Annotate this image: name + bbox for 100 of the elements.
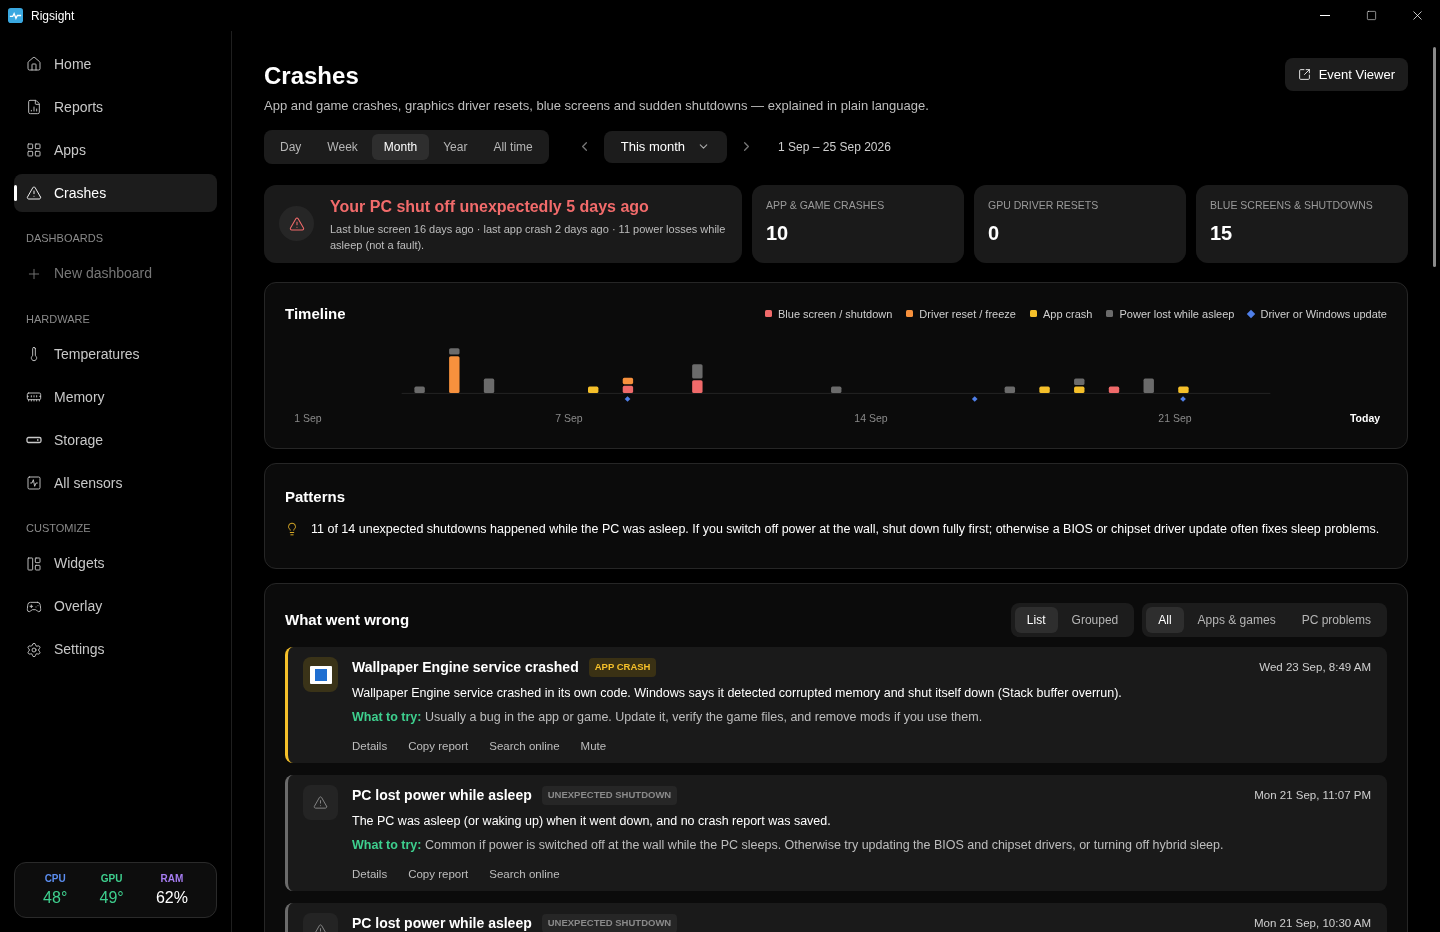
segment-tab[interactable]: Day	[268, 133, 314, 160]
segment-tab[interactable]: Apps & games	[1185, 607, 1288, 633]
event-tag: UNEXPECTED SHUTDOWN	[541, 914, 678, 932]
nav-item[interactable]: Widgets	[14, 544, 217, 583]
warning-icon	[26, 185, 42, 201]
monitor-value: 48°	[43, 887, 68, 908]
nav-item[interactable]: Home	[14, 45, 217, 83]
page-subtitle: App and game crashes, graphics driver resets, blue screens and sudden shutdowns — explained in plain language.	[264, 97, 929, 115]
home-icon	[26, 56, 42, 72]
warning-icon	[288, 215, 305, 232]
new-dashboard-button[interactable]: New dashboard	[14, 254, 217, 293]
event-time: Mon 21 Sep, 10:30 AM	[1254, 915, 1371, 931]
nav-item[interactable]: Settings	[14, 630, 217, 669]
event-action-link[interactable]: Details	[352, 865, 388, 883]
timeline-bar	[483, 378, 495, 393]
stat-label: BLUE SCREENS & SHUTDOWNS	[1210, 197, 1374, 213]
nav-item[interactable]: Apps	[14, 131, 217, 169]
stat-label: APP & GAME CRASHES	[766, 197, 886, 213]
timeline-bar	[1039, 386, 1050, 393]
section-heading: CUSTOMIZE	[25, 521, 92, 536]
memory-chip-icon	[26, 389, 42, 405]
timeline-bar	[1108, 386, 1120, 393]
nav-item[interactable]: Reports	[14, 88, 217, 126]
scrollbar[interactable]	[1433, 47, 1436, 267]
chart-document-icon	[26, 99, 42, 115]
section-heading: HARDWARE	[25, 311, 91, 327]
alert-title: Your PC shut off unexpectedly 5 days ago	[330, 196, 650, 217]
event-action-link[interactable]: Details	[352, 737, 388, 755]
section-heading: DASHBOARDS	[25, 231, 105, 246]
date-range: 1 Sep – 25 Sep 2026	[778, 138, 891, 156]
settings-icon	[26, 641, 42, 658]
event-title: Wallpaper Engine service crashed	[352, 658, 579, 677]
legend-label: Power lost while asleep	[1119, 306, 1235, 322]
event-action-link[interactable]: Search online	[489, 865, 560, 883]
external-link-icon	[1297, 68, 1311, 81]
maximize-icon	[1365, 10, 1377, 21]
event-time: Mon 21 Sep, 11:07 PM	[1254, 787, 1371, 803]
segment-tab[interactable]: All	[1146, 607, 1184, 633]
monitor-label: RAM	[160, 871, 184, 886]
legend-label: App crash	[1042, 306, 1093, 322]
grid-icon	[26, 142, 42, 158]
segment-tab[interactable]: Month	[371, 133, 430, 160]
segment-tab[interactable]: Week	[315, 133, 370, 160]
legend-label: Blue screen / shutdown	[778, 306, 893, 322]
event-tip: What to try: Usually a bug in the app or game. Update it, verify the game files, and remove mods if you use them.	[352, 708, 984, 726]
event-action-link[interactable]: Copy report	[408, 865, 469, 883]
axis-label: Today	[1349, 411, 1381, 426]
event-tip: What to try: Common if power is switched off at the wall while the PC sleeps. Otherwise try updating the BIOS and chipset drivers, or turning off hybrid sleep.	[352, 836, 1225, 854]
card-title: Timeline	[285, 303, 346, 324]
update-marker	[971, 396, 978, 402]
nav-item[interactable]: All sensors	[14, 464, 217, 502]
timeline-bar	[414, 386, 425, 393]
lightbulb-icon	[285, 522, 299, 536]
segment-tab[interactable]: List	[1014, 607, 1058, 633]
period-dropdown[interactable]: This month	[603, 130, 728, 163]
monitor-label: CPU	[44, 871, 66, 886]
card-title: What went wrong	[285, 609, 410, 630]
monitor-label: GPU	[100, 871, 123, 886]
segment-tab[interactable]: All time	[481, 133, 545, 160]
timeline-bar	[588, 386, 599, 393]
timeline-bar	[1004, 386, 1016, 393]
timeline-bar	[449, 348, 460, 393]
event-time: Wed 23 Sep, 8:49 AM	[1259, 659, 1371, 675]
axis-label: 7 Sep	[555, 411, 583, 426]
app-window-icon	[309, 665, 332, 684]
event-action-link[interactable]: Search online	[489, 737, 560, 755]
event-description: Wallpaper Engine service crashed in its own code. Windows says it detected corrupted memory and shut itself down (Stack buffer overrun).	[352, 685, 1123, 702]
event-viewer-button[interactable]: Event Viewer	[1284, 58, 1408, 91]
axis-label: 21 Sep	[1158, 411, 1192, 426]
event-action-link[interactable]: Mute	[580, 737, 607, 755]
timeline-bar	[692, 364, 703, 393]
event-title: PC lost power while asleep	[352, 786, 532, 805]
event-title: PC lost power while asleep	[352, 914, 532, 932]
segment-tab[interactable]: Grouped	[1059, 607, 1131, 633]
nav-item[interactable]: Temperatures	[14, 335, 217, 373]
stat-value: 0	[988, 221, 1001, 247]
widgets-icon	[26, 555, 42, 572]
segment-tab[interactable]: PC problems	[1289, 607, 1383, 633]
update-marker	[624, 396, 631, 402]
timeline-bar	[622, 377, 634, 393]
monitor-value: 62%	[155, 887, 188, 908]
pattern-text: 11 of 14 unexpected shutdowns happened while the PC was asleep. If you switch off power at the wall, shut down fully first; otherwise a BIOS or chipset driver update often fixes sleep problems.	[311, 521, 1380, 538]
app-logo-icon	[8, 8, 23, 23]
update-marker	[1180, 396, 1186, 402]
legend-label: Driver or Windows update	[1260, 306, 1387, 322]
nav-item[interactable]: Storage	[14, 421, 217, 459]
nav-item[interactable]: Memory	[14, 378, 217, 416]
segment-tab[interactable]: Year	[431, 133, 480, 160]
nav-item[interactable]: Overlay	[14, 587, 217, 626]
stat-value: 15	[1210, 221, 1234, 247]
stat-value: 10	[766, 221, 790, 247]
event-action-link[interactable]: Copy report	[408, 737, 469, 755]
legend-label: Driver reset / freeze	[919, 306, 1016, 322]
window-title: Rigsight	[31, 7, 75, 25]
minimize-icon	[1320, 15, 1330, 16]
page-title: Crashes	[264, 61, 360, 91]
timeline-bar	[1074, 378, 1085, 393]
alert-detail: Last blue screen 16 days ago · last app crash 2 days ago · 11 power losses while asleep (not a fault).	[330, 221, 727, 253]
nav-item[interactable]: Crashes	[14, 174, 217, 212]
event-description: The PC was asleep (or waking up) when it went down, and no crash report was saved.	[352, 813, 832, 830]
